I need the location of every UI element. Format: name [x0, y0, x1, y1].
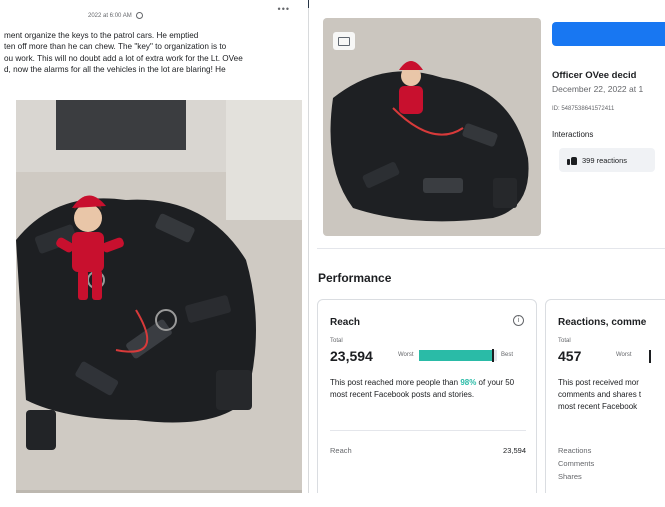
breakdown-item-reactions: Reactions [558, 446, 592, 455]
post-text-line: ou work. This will no doubt add a lot of… [4, 53, 243, 63]
post-meta: 2022 at 6:00 AM [88, 12, 143, 19]
section-divider [317, 248, 665, 249]
boost-post-button[interactable] [552, 22, 665, 46]
post-insights-panel: Officer OVee decid December 22, 2022 at … [309, 0, 665, 500]
breakdown-item-shares: Shares [558, 472, 582, 481]
photo-type-icon [333, 32, 355, 50]
interactions-heading: Interactions [552, 130, 594, 139]
reach-card: Reach i Total 23,594 Worst Best This pos… [317, 299, 537, 500]
performance-heading: Performance [318, 271, 392, 285]
reach-bar-marker [492, 349, 495, 362]
post-text-line: d, now the alarms for all the vehicles i… [4, 64, 226, 74]
reactions-card-title: Reactions, comme [558, 317, 647, 328]
reach-desc-prefix: This post reached more people than [330, 378, 461, 387]
total-label: Total [558, 338, 571, 344]
post-timestamp[interactable]: 2022 at 6:00 AM [88, 13, 132, 19]
reach-bar-fill [419, 350, 494, 361]
reactions-desc-line: most recent Facebook [558, 402, 638, 411]
info-icon[interactable]: i [513, 315, 524, 326]
reactions-count: 399 reactions [582, 155, 628, 165]
post-id: ID: 5487538641572411 [552, 106, 615, 112]
reach-desc-percent: 98% [460, 378, 477, 387]
reactions-bar-marker [649, 350, 651, 363]
thumbnail-image [323, 18, 541, 236]
thumbs-up-icon [567, 156, 577, 165]
reactions-breakdown-list: Reactions Comments Shares [558, 444, 594, 483]
worst-label: Worst [398, 352, 414, 358]
post-text-line: ment organize the keys to the patrol car… [4, 31, 199, 40]
post-text-line: ten off more than he can chew. The "key"… [4, 42, 227, 52]
reach-metric-label: Reach [330, 446, 352, 455]
reach-metric-row: Reach 23,594 [330, 446, 526, 455]
torn-edge-bottom [0, 493, 665, 507]
post-text: ment organize the keys to the patrol car… [4, 30, 300, 75]
best-label: Best [501, 352, 514, 358]
post-photo[interactable] [16, 100, 302, 498]
reach-description: This post reached more people than 98% o… [330, 377, 530, 401]
reach-card-title: Reach [330, 317, 361, 328]
reactions-total-value: 457 [558, 348, 582, 364]
reach-metric-value: 23,594 [503, 446, 526, 455]
facebook-post: 2022 at 6:00 AM ••• ment organize the ke… [0, 0, 308, 498]
total-label: Total [330, 338, 343, 344]
reach-comparison-bar [419, 349, 497, 362]
card-divider [330, 430, 526, 431]
globe-icon [135, 12, 143, 19]
post-date: December 22, 2022 at 1 [552, 84, 644, 94]
post-thumbnail[interactable] [323, 18, 541, 236]
reactions-description: This post received mor comments and shar… [558, 377, 665, 413]
more-options-icon[interactable]: ••• [278, 4, 290, 14]
reactions-desc-line: This post received mor [558, 378, 639, 387]
reactions-comments-card: Reactions, comme Total 457 Worst This po… [545, 299, 665, 500]
key-fob-pile [16, 198, 256, 450]
breakdown-item-comments: Comments [558, 459, 595, 468]
worst-label: Worst [616, 352, 632, 358]
reactions-chip[interactable]: 399 reactions [559, 148, 655, 172]
reactions-desc-line: comments and shares t [558, 390, 642, 399]
post-title[interactable]: Officer OVee decid [552, 70, 636, 81]
reach-total-value: 23,594 [330, 348, 373, 364]
